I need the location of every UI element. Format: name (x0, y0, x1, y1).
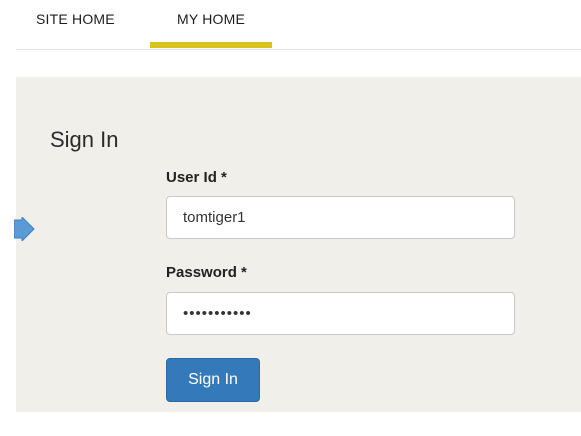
signin-panel: Sign In User Id * Password * Sign In (14, 77, 581, 412)
user-id-label: User Id * (166, 169, 227, 186)
signin-title: Sign In (50, 127, 119, 152)
tab-site-home-label: SITE HOME (36, 11, 115, 27)
tab-my-home-label: MY HOME (176, 11, 246, 27)
arrow-right-icon (14, 217, 35, 241)
user-id-input[interactable] (166, 196, 515, 239)
sign-in-button[interactable]: Sign In (166, 358, 260, 402)
tab-site-home[interactable]: SITE HOME (36, 0, 115, 48)
page: SITE HOME MY HOME Sign In User Id * Pass… (0, 0, 581, 436)
top-nav: SITE HOME MY HOME (16, 0, 581, 50)
tab-my-home[interactable]: MY HOME (150, 0, 272, 48)
active-tab-indicator (150, 42, 272, 48)
password-label: Password * (166, 264, 247, 281)
password-input[interactable] (166, 292, 515, 335)
